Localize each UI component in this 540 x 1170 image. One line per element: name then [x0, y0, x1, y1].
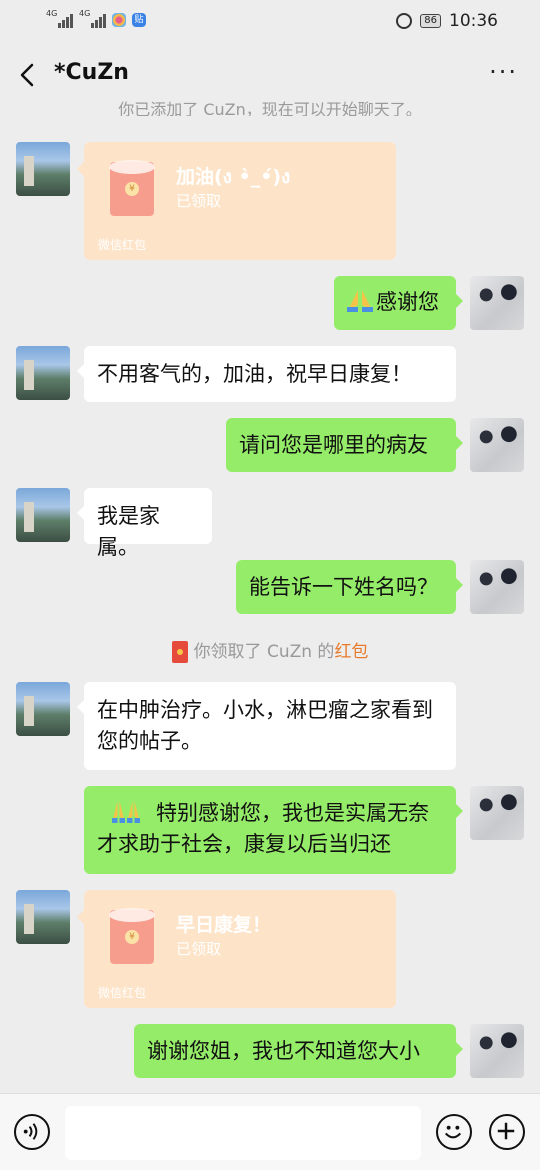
red-packet-link[interactable]: 红包 — [334, 642, 368, 662]
contact-avatar[interactable] — [16, 890, 70, 944]
input-toolbar — [0, 1093, 540, 1170]
signal-label: 4G — [79, 9, 91, 18]
red-envelope-icon: ¥ — [109, 908, 155, 964]
message-text: 能告诉一下姓名吗？ — [249, 575, 438, 599]
sent-message[interactable]: 请问您是哪里的病友 — [226, 418, 463, 472]
red-packet-footer: 微信红包 — [98, 986, 147, 1000]
message-input[interactable] — [65, 1106, 421, 1160]
red-envelope-icon: ¥ — [109, 160, 155, 216]
app-notification-icon — [112, 13, 126, 27]
my-avatar[interactable] — [470, 1024, 524, 1078]
my-avatar[interactable] — [470, 786, 524, 840]
smiley-icon[interactable] — [436, 1114, 472, 1150]
system-message-added: 你已添加了 CuZn，现在可以开始聊天了。 — [118, 100, 422, 116]
message-text: 我是家属。 — [97, 504, 160, 559]
voice-icon[interactable] — [14, 1114, 50, 1150]
praying-hands-emoji — [112, 801, 140, 823]
alarm-icon — [396, 13, 413, 29]
sent-message[interactable]: 特别感谢您，我也是实属无奈才求助于社会，康复以后当归还 — [84, 786, 463, 874]
red-envelope-icon — [171, 641, 188, 663]
plus-icon[interactable] — [489, 1114, 525, 1150]
received-message[interactable]: 我是家属。 — [77, 488, 212, 559]
signal-label: 4G — [46, 9, 58, 18]
status-bar: 4G 4G 贴 86 10:36 — [0, 0, 540, 42]
my-avatar[interactable] — [470, 418, 524, 472]
contact-avatar[interactable] — [16, 682, 70, 736]
sent-message[interactable]: 谢谢您姐，我也不知道您大小 — [134, 1024, 463, 1078]
system-message-red-packet: 你领取了 CuZn 的红包 — [0, 637, 540, 663]
system-text: 你领取了 CuZn 的 — [193, 642, 335, 662]
app-notification-icon: 贴 — [132, 13, 146, 27]
status-time: 10:36 — [449, 11, 498, 31]
chevron-left-icon[interactable] — [14, 60, 44, 90]
status-right: 86 10:36 — [396, 11, 498, 31]
voice-waves — [23, 1123, 38, 1140]
message-text: 感谢您 — [376, 290, 439, 314]
sent-message[interactable]: 感谢您 — [334, 276, 463, 330]
sent-message[interactable]: 能告诉一下姓名吗？ — [236, 560, 463, 614]
coin-icon: ¥ — [125, 182, 139, 196]
message-text: 请问您是哪里的病友 — [239, 433, 428, 457]
received-message[interactable]: 在中肿治疗。小水，淋巴瘤之家看到您的帖子。 — [77, 682, 456, 770]
red-packet-title: 早日康复！ — [176, 914, 272, 936]
red-packet-message[interactable]: ¥ 早日康复！ 已领取 微信红包 — [77, 890, 396, 1008]
battery-icon: 86 — [420, 14, 441, 28]
coin-icon: ¥ — [125, 930, 139, 944]
contact-avatar[interactable] — [16, 142, 70, 196]
chat-title: *CuZn — [54, 60, 129, 85]
contact-avatar[interactable] — [16, 488, 70, 542]
smiley-face — [444, 1125, 462, 1139]
my-avatar[interactable] — [470, 560, 524, 614]
red-packet-message[interactable]: ¥ 加油(ง •̀_•́)ง 已领取 微信红包 — [77, 142, 396, 260]
more-options-button[interactable]: ··· — [489, 60, 518, 84]
signal-icon: 4G — [79, 9, 106, 28]
message-text: 谢谢您姐，我也不知道您大小 — [147, 1039, 420, 1063]
red-packet-footer: 微信红包 — [98, 238, 147, 252]
red-packet-status: 已领取 — [176, 192, 222, 210]
message-text: 在中肿治疗。小水，淋巴瘤之家看到您的帖子。 — [97, 698, 433, 753]
signal-icon: 4G — [46, 9, 73, 28]
message-text: 不用客气的，加油，祝早日康复！ — [97, 362, 412, 386]
red-packet-title: 加油(ง •̀_•́)ง — [176, 166, 291, 188]
received-message[interactable]: 不用客气的，加油，祝早日康复！ — [77, 346, 456, 402]
contact-avatar[interactable] — [16, 346, 70, 400]
plus-sign — [497, 1122, 515, 1140]
praying-hands-emoji — [347, 290, 373, 312]
status-left: 4G 4G 贴 — [46, 9, 146, 28]
red-packet-status: 已领取 — [176, 940, 222, 958]
my-avatar[interactable] — [470, 276, 524, 330]
